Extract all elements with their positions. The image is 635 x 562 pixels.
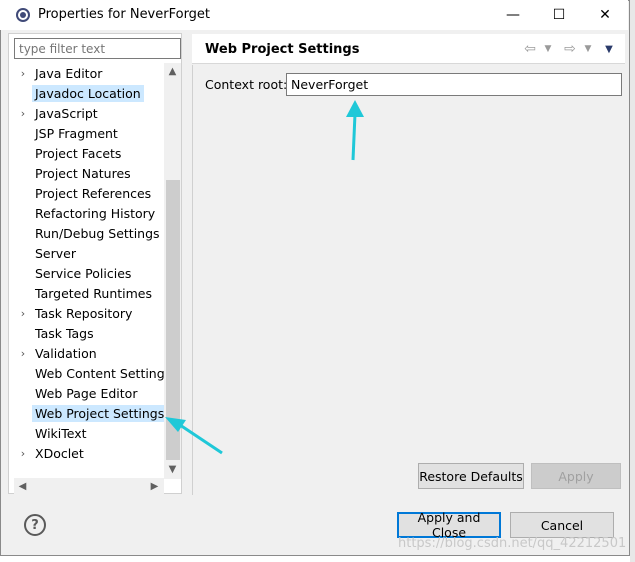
arrow-to-context-root [346, 100, 364, 161]
arrow-to-web-project-settings [165, 417, 223, 455]
annotation-arrows [165, 100, 364, 455]
